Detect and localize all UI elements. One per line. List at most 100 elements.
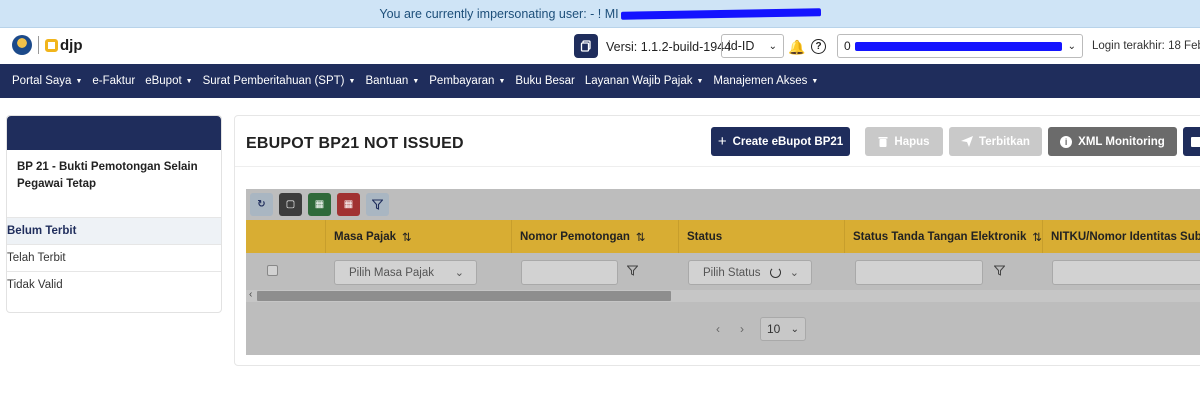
nav-pembayaran[interactable]: Pembayaran ▼: [429, 75, 505, 87]
create-label: Create eBupot BP21: [732, 135, 844, 148]
prev-page-icon[interactable]: ‹: [716, 322, 720, 336]
nav-buku-besar[interactable]: Buku Besar: [515, 75, 574, 87]
version-info: Versi: 1.1.2-build-1944: [606, 40, 731, 54]
column-label: NITKU/Nomor Identitas Sub: [1051, 230, 1200, 243]
nav-layanan-wajib-pajak[interactable]: Layanan Wajib Pajak ▼: [585, 75, 704, 87]
status-filter[interactable]: Pilih Status ⌄: [688, 260, 812, 285]
nav-bantuan[interactable]: Bantuan ▼: [365, 75, 419, 87]
clear-filter-button[interactable]: [366, 193, 389, 216]
export-excel-button[interactable]: ▦: [308, 193, 331, 216]
nav-label: Surat Pemberitahuan (SPT): [202, 75, 345, 87]
hapus-button[interactable]: Hapus: [865, 127, 943, 156]
nav-label: eBupot: [145, 75, 182, 87]
masa-pajak-placeholder: Pilih Masa Pajak: [349, 266, 435, 279]
export-doc-button[interactable]: ▢: [279, 193, 302, 216]
xml-monitoring-button[interactable]: i XML Monitoring: [1048, 127, 1177, 156]
copy-button[interactable]: [574, 34, 598, 58]
filter-icon[interactable]: [626, 265, 639, 279]
last-login: Login terakhir: 18 Febru: [1092, 40, 1200, 52]
caret-down-icon: ▼: [696, 77, 704, 85]
chevron-down-icon: ⌄: [789, 267, 799, 279]
main-nav: Portal Saya ▼ e-Faktur eBupot ▼ Surat Pemb…: [0, 64, 1200, 98]
pdf-icon: ▦: [343, 199, 354, 210]
caret-down-icon: ▼: [185, 77, 193, 85]
nav-label: Layanan Wajib Pajak: [584, 75, 693, 87]
col-masa-pajak[interactable]: Masa Pajak ⇅: [326, 220, 512, 253]
spinner-icon: [769, 267, 781, 278]
help-icon[interactable]: ?: [811, 39, 826, 54]
page-title: EBUPOT BP21 NOT ISSUED: [246, 135, 464, 152]
col-nomor-pemotongan[interactable]: Nomor Pemotongan ⇅: [512, 220, 679, 253]
nav-manajemen-akses[interactable]: Manajemen Akses ▼: [713, 75, 818, 87]
logo[interactable]: djp: [12, 35, 83, 55]
version-value: 1.1.2-build-1944: [640, 40, 732, 54]
sort-icon: ⇅: [1032, 231, 1043, 244]
table-header: Masa Pajak ⇅ Nomor Pemotongan ⇅ Status Sta…: [246, 220, 1200, 253]
masa-pajak-filter[interactable]: Pilih Masa Pajak ⌄: [334, 260, 477, 285]
sort-icon: ⇅: [635, 231, 646, 244]
col-status-ttd-elektronik[interactable]: Status Tanda Tangan Elektronik ⇅: [845, 220, 1043, 253]
sort-icon: ⇅: [402, 231, 412, 244]
logo-text: djp: [60, 36, 83, 54]
chevron-down-icon: ⌄: [768, 40, 777, 52]
chevron-left-icon[interactable]: ‹: [249, 289, 252, 300]
chevron-down-icon: ⌄: [454, 267, 464, 279]
grid-toolbar: ↻ ▢ ▦ ▦: [250, 193, 389, 216]
refresh-icon: ↻: [257, 199, 266, 210]
terbitkan-button[interactable]: Terbitkan: [949, 127, 1042, 156]
filter-icon: [372, 199, 383, 210]
save-icon: [1191, 136, 1200, 147]
filter-icon[interactable]: [993, 265, 1006, 279]
horizontal-scrollbar[interactable]: ‹: [246, 289, 1200, 302]
user-select[interactable]: 0 ⌄: [837, 34, 1083, 58]
sidebar-item-tidak-valid[interactable]: Tidak Valid: [7, 271, 221, 298]
nav-e-faktur[interactable]: e-Faktur: [92, 75, 135, 87]
export-pdf-button[interactable]: ▦: [337, 193, 360, 216]
caret-down-icon: ▼: [75, 77, 83, 85]
status-ttd-filter[interactable]: [855, 260, 983, 285]
chevron-down-icon: ⌄: [790, 323, 799, 335]
nav-label: Bantuan: [365, 75, 409, 87]
col-status[interactable]: Status: [679, 220, 845, 253]
column-label: Nomor Pemotongan: [520, 230, 630, 243]
scroll-thumb[interactable]: [257, 291, 671, 301]
col-nitku[interactable]: NITKU/Nomor Identitas Sub: [1043, 220, 1200, 253]
terbitkan-label: Terbitkan: [979, 135, 1030, 148]
emblem-icon: [12, 35, 32, 55]
nav-label: Manajemen Akses: [713, 75, 808, 87]
nomor-pemotongan-filter[interactable]: [521, 260, 618, 285]
nav-ebupot[interactable]: eBupot ▼: [145, 75, 192, 87]
nitku-filter[interactable]: [1052, 260, 1200, 285]
djp-logo: djp: [45, 37, 83, 54]
sidebar-item-belum-terbit[interactable]: Belum Terbit: [7, 217, 221, 244]
extra-action-button[interactable]: [1183, 127, 1200, 156]
nav-label: e-Faktur: [92, 75, 136, 87]
logo-divider: [38, 36, 39, 54]
select-all-column: [246, 220, 326, 253]
column-label: Masa Pajak: [334, 230, 397, 243]
excel-icon: ▦: [314, 199, 325, 210]
nav-portal-saya[interactable]: Portal Saya ▼: [12, 75, 82, 87]
bell-icon[interactable]: 🔔: [788, 39, 805, 56]
column-label: Status Tanda Tangan Elektronik: [853, 230, 1027, 243]
refresh-button[interactable]: ↻: [250, 193, 273, 216]
user-prefix: 0: [844, 39, 851, 53]
hapus-label: Hapus: [894, 135, 930, 148]
page-size-value: 10: [767, 322, 781, 336]
filter-row: Pilih Masa Pajak ⌄ Pilih Status ⌄: [246, 253, 1200, 290]
select-all-checkbox[interactable]: [267, 265, 278, 276]
create-ebupot-button[interactable]: + Create eBupot BP21: [711, 127, 850, 156]
next-page-icon[interactable]: ›: [740, 322, 744, 336]
main-panel: EBUPOT BP21 NOT ISSUED + Create eBupot B…: [234, 115, 1200, 366]
sidebar-header: [7, 116, 221, 150]
plus-icon: +: [717, 133, 727, 150]
header-divider: [235, 166, 1200, 167]
page-size-select[interactable]: 10 ⌄: [760, 317, 806, 341]
data-grid: ↻ ▢ ▦ ▦ Masa Pajak ⇅ Nomor Pemotongan ⇅ St…: [246, 189, 1200, 355]
language-select[interactable]: id-ID ⌄: [721, 34, 784, 58]
redacted-username: [620, 7, 821, 20]
nav-label: Buku Besar: [515, 75, 575, 87]
nav-spt[interactable]: Surat Pemberitahuan (SPT) ▼: [203, 75, 356, 87]
caret-down-icon: ▼: [498, 77, 506, 85]
sidebar-item-telah-terbit[interactable]: Telah Terbit: [7, 244, 221, 271]
